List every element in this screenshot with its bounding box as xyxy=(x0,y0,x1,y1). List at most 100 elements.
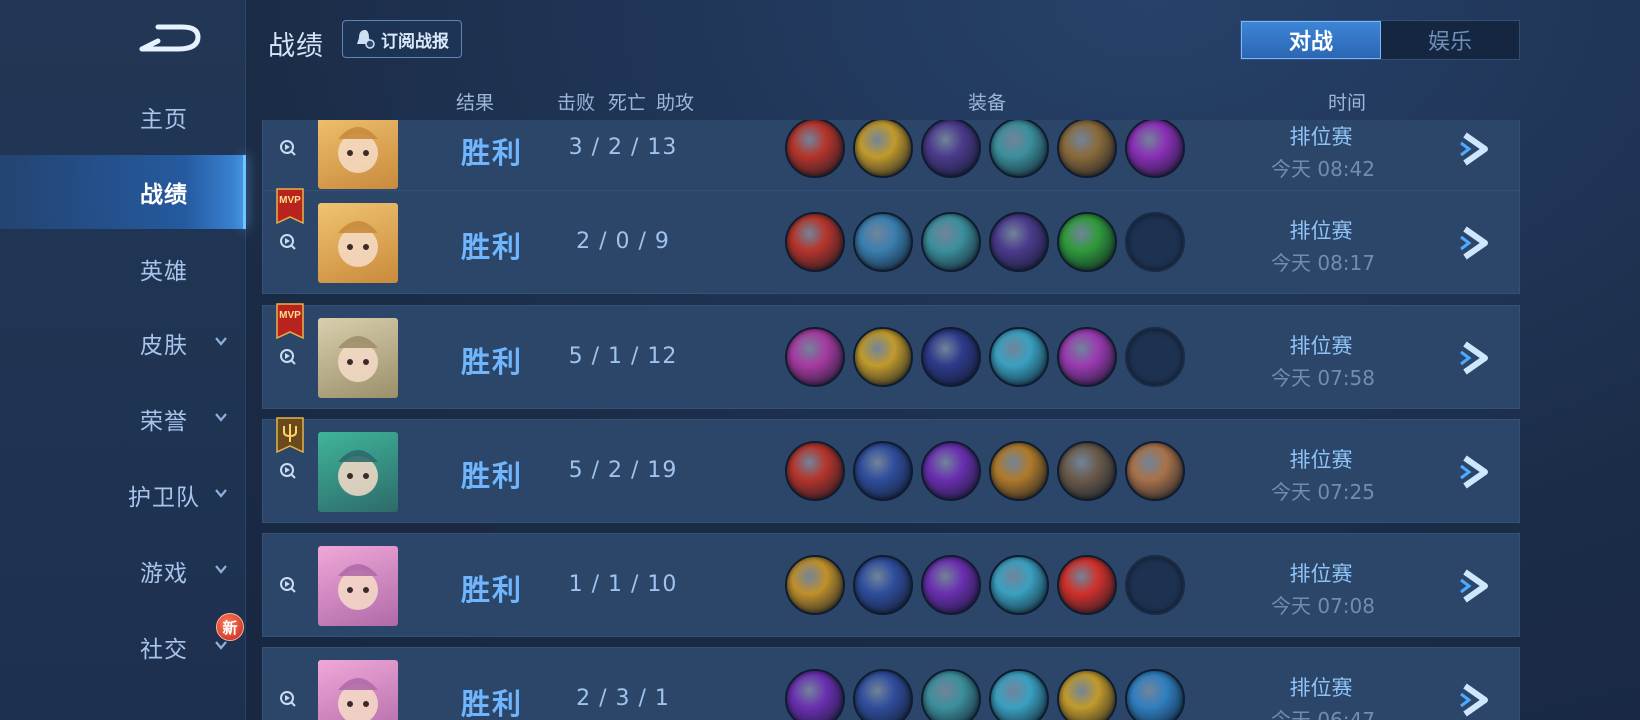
equipment-icon[interactable] xyxy=(989,441,1049,501)
hero-portrait[interactable] xyxy=(318,120,398,189)
equipment-icon[interactable] xyxy=(785,327,845,387)
match-mode: 排位赛 xyxy=(1289,219,1353,243)
equipment-icon[interactable] xyxy=(785,669,845,720)
replay-icon[interactable] xyxy=(279,576,297,594)
sidebar-item-heroes[interactable]: 英雄 xyxy=(0,232,246,306)
back-button[interactable] xyxy=(136,18,206,58)
column-equipment: 装备 xyxy=(968,92,1007,114)
sidebar-item-home[interactable]: 主页 xyxy=(0,80,246,154)
equipment-icon[interactable] xyxy=(989,327,1049,387)
chevron-right-icon[interactable] xyxy=(1459,566,1495,606)
replay-icon[interactable] xyxy=(279,348,297,366)
match-row[interactable]: 胜利 5 / 2 / 19 排位赛 今天 07:25 xyxy=(262,417,1520,523)
equipment-icon[interactable] xyxy=(1125,669,1185,720)
sidebar-item-game[interactable]: 游戏 xyxy=(0,534,246,608)
equipment-icon[interactable] xyxy=(785,212,845,272)
hero-portrait[interactable] xyxy=(318,432,398,512)
sidebar-item-social[interactable]: 社交 xyxy=(0,610,246,684)
sidebar-item-label: 护卫队 xyxy=(128,485,200,511)
match-time: 今天 07:25 xyxy=(1271,480,1375,504)
equipment-icon[interactable] xyxy=(921,327,981,387)
hero-portrait[interactable] xyxy=(318,546,398,626)
tab-battle[interactable]: 对战 xyxy=(1241,21,1381,59)
sidebar-item-label: 荣誉 xyxy=(140,409,188,435)
subscribe-label: 订阅战报 xyxy=(381,31,449,52)
sidebar-item-honor[interactable]: 荣誉 xyxy=(0,382,246,456)
hero-portrait[interactable] xyxy=(318,660,398,720)
chevron-down-icon xyxy=(215,489,227,498)
equipment-icon[interactable] xyxy=(1057,441,1117,501)
equipment-icon[interactable] xyxy=(921,555,981,615)
equipment-icon[interactable] xyxy=(853,327,913,387)
new-badge: 新 xyxy=(216,613,244,641)
equipment-icon[interactable] xyxy=(1057,212,1117,272)
hero-face-icon xyxy=(338,564,378,610)
subscribe-report-button[interactable]: 订阅战报 xyxy=(342,20,462,58)
equipment-icon[interactable] xyxy=(1057,327,1117,387)
match-time: 今天 08:42 xyxy=(1271,157,1375,181)
equipment-icon[interactable] xyxy=(1057,120,1117,178)
sidebar-item-records[interactable]: 战绩 xyxy=(0,155,246,229)
sidebar-item-guard-team[interactable]: 护卫队 xyxy=(0,458,246,532)
hero-face-icon xyxy=(338,450,378,496)
chevron-right-icon[interactable] xyxy=(1459,223,1495,263)
equipment-icon[interactable] xyxy=(785,120,845,178)
replay-icon[interactable] xyxy=(279,462,297,480)
equipment-icon[interactable] xyxy=(853,555,913,615)
bell-icon xyxy=(357,30,375,49)
replay-icon[interactable] xyxy=(279,233,297,251)
equipment-icon[interactable] xyxy=(989,669,1049,720)
match-time: 今天 08:17 xyxy=(1271,251,1375,275)
sidebar-item-label: 社交 xyxy=(140,637,188,663)
sidebar-item-skins[interactable]: 皮肤 xyxy=(0,306,246,380)
equipment-icon[interactable] xyxy=(921,120,981,178)
empty-item-slot xyxy=(1125,212,1185,272)
equipment-icon[interactable] xyxy=(1125,120,1185,178)
equipment-icon[interactable] xyxy=(921,441,981,501)
equipment-icon[interactable] xyxy=(853,212,913,272)
svg-text:MVP: MVP xyxy=(279,310,301,321)
equipment-icon[interactable] xyxy=(921,669,981,720)
sidebar-item-label: 战绩 xyxy=(140,182,188,208)
equipment-icon[interactable] xyxy=(989,212,1049,272)
equipment-icon[interactable] xyxy=(921,212,981,272)
match-result: 胜利 xyxy=(460,136,523,170)
match-result: 胜利 xyxy=(460,573,523,607)
kda-value: 5 / 2 / 19 xyxy=(568,458,678,483)
equipment-icon[interactable] xyxy=(1057,669,1117,720)
chevron-right-icon[interactable] xyxy=(1459,129,1495,169)
column-result: 结果 xyxy=(456,92,495,114)
equipment-icon[interactable] xyxy=(853,669,913,720)
chevron-right-icon[interactable] xyxy=(1459,452,1495,492)
equipment-icon[interactable] xyxy=(853,441,913,501)
chevron-right-icon[interactable] xyxy=(1459,680,1495,720)
match-result: 胜利 xyxy=(460,230,523,264)
equipment-icon[interactable] xyxy=(989,555,1049,615)
equipment-list xyxy=(785,669,1185,720)
match-time: 今天 07:58 xyxy=(1271,366,1375,390)
equipment-icon[interactable] xyxy=(989,120,1049,178)
empty-item-slot xyxy=(1125,327,1185,387)
match-time: 今天 06:47 xyxy=(1271,708,1375,720)
match-row[interactable]: 胜利 1 / 1 / 10 排位赛 今天 07:08 xyxy=(262,533,1520,637)
replay-icon[interactable] xyxy=(279,139,297,157)
sidebar-item-label: 英雄 xyxy=(140,259,188,285)
equipment-icon[interactable] xyxy=(1125,441,1185,501)
hero-portrait[interactable] xyxy=(318,318,398,398)
match-mode: 排位赛 xyxy=(1289,125,1353,149)
hero-portrait[interactable] xyxy=(318,203,398,283)
match-row[interactable]: MVP 胜利 5 / 1 / 12 排位赛 今天 07:58 xyxy=(262,303,1520,409)
chevron-down-icon xyxy=(215,413,227,422)
match-list: 胜利 3 / 2 / 13 排位赛 今天 08:42 MVP 胜利 2 / 0 … xyxy=(262,120,1520,720)
equipment-icon[interactable] xyxy=(785,555,845,615)
match-result: 胜利 xyxy=(460,687,523,720)
equipment-icon[interactable] xyxy=(785,441,845,501)
equipment-icon[interactable] xyxy=(853,120,913,178)
replay-icon[interactable] xyxy=(279,690,297,708)
equipment-icon[interactable] xyxy=(1057,555,1117,615)
chevron-right-icon[interactable] xyxy=(1459,338,1495,378)
tab-entertainment[interactable]: 娱乐 xyxy=(1381,21,1519,59)
match-row[interactable]: MVP 胜利 2 / 0 / 9 排位赛 今天 08:17 xyxy=(262,188,1520,294)
match-row[interactable]: 胜利 3 / 2 / 13 排位赛 今天 08:42 xyxy=(262,120,1520,200)
match-row[interactable]: 胜利 2 / 3 / 1 排位赛 今天 06:47 xyxy=(262,647,1520,720)
